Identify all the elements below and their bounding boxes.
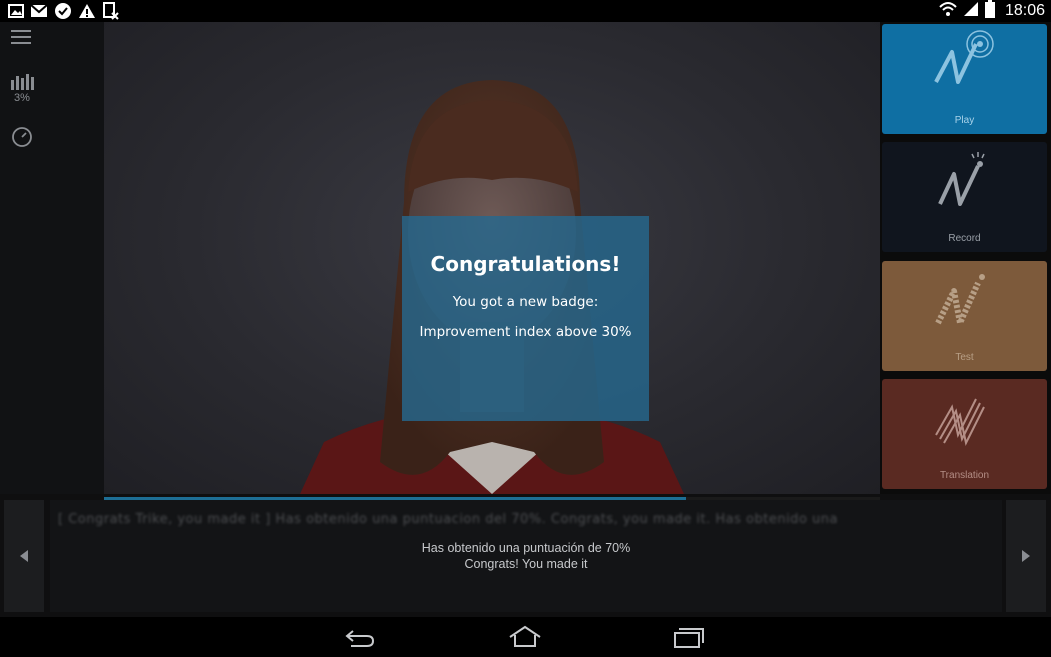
warning-icon (78, 3, 96, 23)
sim-off-icon (102, 2, 120, 24)
picture-icon (8, 3, 24, 23)
caption-line-1: Has obtenido una puntuación de 70% (421, 541, 631, 555)
signal-icon (963, 1, 979, 21)
test-tile[interactable]: Test (882, 261, 1047, 371)
back-icon[interactable] (345, 625, 375, 653)
previous-button[interactable] (4, 500, 44, 612)
record-logo-icon (938, 152, 985, 206)
app-screen: 18:06 3% Congratulations! You got a new … (0, 0, 1051, 657)
caption-line-2: Congrats! You made it (464, 557, 588, 571)
caption-box[interactable]: [ Congrats Trike, you made it ] Has obte… (50, 500, 1002, 612)
translation-logo-icon (935, 398, 985, 446)
system-nav-bar (0, 617, 1051, 657)
left-rail: 3% (0, 22, 104, 494)
test-logo-icon (935, 274, 985, 326)
status-time: 18:06 (1004, 2, 1045, 19)
status-bar: 18:06 (0, 0, 1051, 22)
tile-label-translation: Translation (939, 470, 990, 481)
play-tile[interactable]: Play (882, 24, 1047, 134)
right-arrow-icon (1022, 550, 1030, 562)
dialog-badge-name: Improvement index above 30% (419, 324, 632, 340)
check-circle-icon (54, 2, 72, 24)
video-progress-fill (104, 497, 686, 500)
translation-tile[interactable]: Translation (882, 379, 1047, 489)
speedometer-icon[interactable] (11, 126, 33, 152)
play-logo-icon (934, 30, 994, 84)
home-icon[interactable] (508, 625, 542, 653)
tile-label-record: Record (948, 233, 981, 244)
bar-chart-icon[interactable] (10, 72, 34, 94)
caption-panel: [ Congrats Trike, you made it ] Has obte… (0, 494, 1051, 617)
recents-icon[interactable] (673, 625, 705, 653)
tile-label-play: Play (954, 115, 975, 126)
video-progress-bar[interactable] (104, 497, 880, 500)
battery-icon (984, 0, 995, 22)
wifi-icon (939, 1, 957, 21)
gmail-icon (30, 3, 48, 23)
next-button[interactable] (1006, 500, 1046, 612)
left-arrow-icon (20, 550, 28, 562)
stats-percentage: 3% (14, 92, 30, 104)
tile-label-test: Test (955, 352, 974, 363)
hamburger-menu-icon[interactable] (10, 28, 32, 50)
dialog-title: Congratulations! (430, 252, 621, 276)
congratulations-dialog[interactable]: Congratulations! You got a new badge: Im… (402, 216, 649, 421)
dialog-message: You got a new badge: (452, 294, 599, 310)
caption-scrolling-text: [ Congrats Trike, you made it ] Has obte… (58, 512, 838, 527)
record-tile[interactable]: Record (882, 142, 1047, 252)
